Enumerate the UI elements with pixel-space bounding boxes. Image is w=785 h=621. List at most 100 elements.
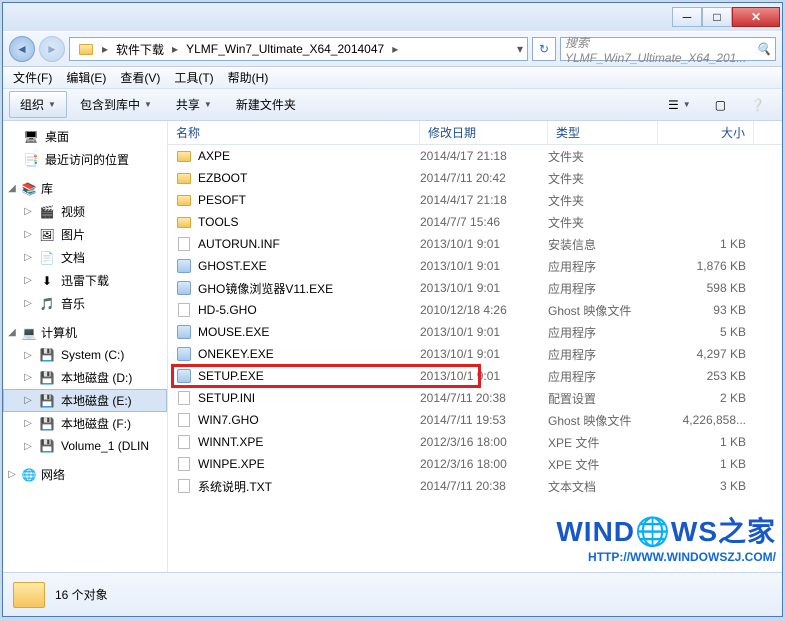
expand-icon[interactable]: ▷	[23, 395, 33, 406]
file-type: XPE 文件	[548, 456, 658, 473]
file-name: TOOLS	[198, 215, 238, 229]
sidebar-item-drive-e[interactable]: ▷💾本地磁盘 (E:)	[3, 389, 167, 412]
search-input[interactable]: 搜索 YLMF_Win7_Ultimate_X64_201... 🔍	[560, 37, 776, 61]
chevron-down-icon: ▼	[144, 100, 152, 109]
file-row[interactable]: 系统说明.TXT2014/7/11 20:38文本文档3 KB	[168, 475, 782, 497]
expand-icon[interactable]: ▷	[23, 372, 33, 383]
expand-icon[interactable]: ▷	[23, 441, 33, 452]
forward-icon: ►	[46, 42, 58, 56]
col-type[interactable]: 类型	[548, 121, 658, 144]
file-row[interactable]: HD-5.GHO2010/12/18 4:26Ghost 映像文件93 KB	[168, 299, 782, 321]
file-size: 1 KB	[658, 457, 746, 471]
file-name: ONEKEY.EXE	[198, 347, 274, 361]
help-button[interactable]: ❔	[739, 93, 776, 117]
breadcrumb-seg[interactable]: 软件下载	[110, 38, 170, 60]
file-row[interactable]: MOUSE.EXE2013/10/1 9:01应用程序5 KB	[168, 321, 782, 343]
sidebar-item-video[interactable]: ▷🎬视频	[3, 200, 167, 223]
menu-tools[interactable]: 工具(T)	[168, 67, 219, 88]
sidebar-item-drive-f[interactable]: ▷💾本地磁盘 (F:)	[3, 412, 167, 435]
sidebar-item-music[interactable]: ▷🎵音乐	[3, 292, 167, 315]
expand-icon[interactable]: ▷	[23, 206, 33, 217]
sidebar-item-recent[interactable]: 📑最近访问的位置	[3, 148, 167, 171]
file-date: 2013/10/1 9:01	[420, 347, 548, 361]
file-row[interactable]: AXPE2014/4/17 21:18文件夹	[168, 145, 782, 167]
chevron-right-icon[interactable]: ▸	[170, 42, 180, 56]
breadcrumb-seg[interactable]: YLMF_Win7_Ultimate_X64_2014047	[180, 38, 390, 60]
file-date: 2012/3/16 18:00	[420, 457, 548, 471]
file-row[interactable]: ONEKEY.EXE2013/10/1 9:01应用程序4,297 KB	[168, 343, 782, 365]
collapse-icon[interactable]: ◢	[7, 183, 17, 194]
file-size: 253 KB	[658, 369, 746, 383]
newfolder-button[interactable]: 新建文件夹	[225, 91, 307, 118]
forward-button[interactable]: ►	[39, 36, 65, 62]
sidebar-item-docs[interactable]: ▷📄文档	[3, 246, 167, 269]
expand-icon[interactable]: ▷	[23, 418, 33, 429]
expand-icon[interactable]: ▷	[23, 350, 33, 361]
folder-icon	[13, 582, 45, 608]
address-bar[interactable]: ▸ 软件下载 ▸ YLMF_Win7_Ultimate_X64_2014047 …	[69, 37, 528, 61]
dropdown-icon[interactable]: ▾	[515, 42, 525, 56]
file-row[interactable]: GHO镜像浏览器V11.EXE2013/10/1 9:01应用程序598 KB	[168, 277, 782, 299]
col-date[interactable]: 修改日期	[420, 121, 548, 144]
chevron-down-icon: ▼	[683, 100, 691, 109]
sidebar-libraries[interactable]: ◢📚库	[3, 177, 167, 200]
menu-edit[interactable]: 编辑(E)	[60, 67, 112, 88]
col-name[interactable]: 名称	[168, 121, 420, 144]
share-button[interactable]: 共享▼	[165, 91, 223, 118]
sidebar-network[interactable]: ▷🌐网络	[3, 463, 167, 486]
sidebar-item-drive-c[interactable]: ▷💾System (C:)	[3, 344, 167, 366]
file-name: GHOST.EXE	[198, 259, 267, 273]
file-date: 2014/4/17 21:18	[420, 193, 548, 207]
preview-button[interactable]: ▢	[704, 93, 737, 117]
file-row[interactable]: SETUP.EXE2013/10/1 9:01应用程序253 KB	[168, 365, 782, 387]
sidebar-item-drive-g[interactable]: ▷💾Volume_1 (DLIN	[3, 435, 167, 457]
expand-icon[interactable]: ▷	[23, 298, 33, 309]
menu-help[interactable]: 帮助(H)	[222, 67, 275, 88]
sidebar-item-drive-d[interactable]: ▷💾本地磁盘 (D:)	[3, 366, 167, 389]
sidebar-item-desktop[interactable]: 🖥桌面	[3, 125, 167, 148]
refresh-button[interactable]: ↻	[532, 37, 556, 61]
file-size: 5 KB	[658, 325, 746, 339]
sidebar-item-xunlei[interactable]: ▷⬇迅雷下载	[3, 269, 167, 292]
file-row[interactable]: WIN7.GHO2014/7/11 19:53Ghost 映像文件4,226,8…	[168, 409, 782, 431]
file-row[interactable]: EZBOOT2014/7/11 20:42文件夹	[168, 167, 782, 189]
network-icon: 🌐	[21, 467, 37, 483]
sidebar-item-pictures[interactable]: ▷🖼图片	[3, 223, 167, 246]
navbar: ◄ ► ▸ 软件下载 ▸ YLMF_Win7_Ultimate_X64_2014…	[3, 31, 782, 67]
file-row[interactable]: GHOST.EXE2013/10/1 9:01应用程序1,876 KB	[168, 255, 782, 277]
file-row[interactable]: WINPE.XPE2012/3/16 18:00XPE 文件1 KB	[168, 453, 782, 475]
col-size[interactable]: 大小	[658, 121, 754, 144]
sidebar-computer[interactable]: ◢💻计算机	[3, 321, 167, 344]
desktop-icon: 🖥	[23, 129, 39, 145]
file-name: HD-5.GHO	[198, 303, 257, 317]
expand-icon[interactable]: ▷	[7, 469, 17, 480]
view-button[interactable]: ☰▼	[657, 93, 702, 117]
toolbar: 组织▼ 包含到库中▼ 共享▼ 新建文件夹 ☰▼ ▢ ❔	[3, 89, 782, 121]
menu-view[interactable]: 查看(V)	[114, 67, 166, 88]
expand-icon[interactable]: ▷	[23, 252, 33, 263]
collapse-icon[interactable]: ◢	[7, 327, 17, 338]
file-list[interactable]: AXPE2014/4/17 21:18文件夹EZBOOT2014/7/11 20…	[168, 145, 782, 572]
menu-file[interactable]: 文件(F)	[7, 67, 58, 88]
file-row[interactable]: AUTORUN.INF2013/10/1 9:01安装信息1 KB	[168, 233, 782, 255]
file-row[interactable]: SETUP.INI2014/7/11 20:38配置设置2 KB	[168, 387, 782, 409]
back-button[interactable]: ◄	[9, 36, 35, 62]
minimize-button[interactable]: ─	[672, 7, 702, 27]
file-date: 2014/4/17 21:18	[420, 149, 548, 163]
file-date: 2014/7/7 15:46	[420, 215, 548, 229]
file-row[interactable]: PESOFT2014/4/17 21:18文件夹	[168, 189, 782, 211]
file-row[interactable]: TOOLS2014/7/7 15:46文件夹	[168, 211, 782, 233]
chevron-right-icon[interactable]: ▸	[100, 42, 110, 56]
file-row[interactable]: WINNT.XPE2012/3/16 18:00XPE 文件1 KB	[168, 431, 782, 453]
expand-icon[interactable]: ▷	[23, 275, 33, 286]
organize-button[interactable]: 组织▼	[9, 91, 67, 118]
close-button[interactable]: ✕	[732, 7, 780, 27]
expand-icon[interactable]: ▷	[23, 229, 33, 240]
chevron-right-icon[interactable]: ▸	[390, 42, 400, 56]
maximize-button[interactable]: □	[702, 7, 732, 27]
titlebar[interactable]: ─ □ ✕	[3, 3, 782, 31]
file-date: 2014/7/11 20:38	[420, 391, 548, 405]
library-icon: 📚	[21, 181, 37, 197]
folder-icon	[176, 214, 192, 230]
include-button[interactable]: 包含到库中▼	[69, 91, 163, 118]
